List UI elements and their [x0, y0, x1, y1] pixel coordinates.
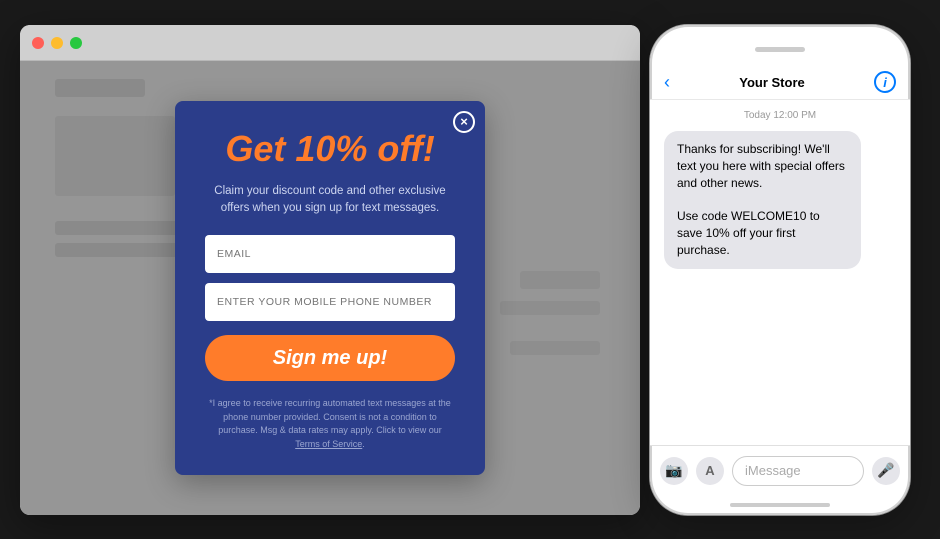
modal-headline: Get 10% off! — [205, 129, 455, 169]
modal-close-button[interactable]: × — [453, 111, 475, 133]
page-background: × Get 10% off! Claim your discount code … — [20, 61, 640, 515]
iphone-speaker — [755, 47, 805, 52]
browser-window: × Get 10% off! Claim your discount code … — [20, 25, 640, 515]
browser-minimize-btn[interactable] — [51, 37, 63, 49]
signup-button[interactable]: Sign me up! — [205, 335, 455, 381]
store-name: Your Store — [739, 75, 805, 90]
browser-maximize-btn[interactable] — [70, 37, 82, 49]
phone-input[interactable] — [205, 283, 455, 321]
chat-date: Today 12:00 PM — [664, 110, 896, 121]
iphone-nav: ‹ Your Store i — [650, 65, 910, 100]
email-input[interactable] — [205, 235, 455, 273]
modal-disclaimer: *I agree to receive recurring automated … — [205, 397, 455, 451]
modal: × Get 10% off! Claim your discount code … — [175, 101, 485, 475]
imessage-input-bar: 📷 A iMessage 🎤 — [650, 445, 910, 495]
iphone-top-bar — [650, 25, 910, 65]
chat-bubble: Thanks for subscribing! We'll text you h… — [664, 131, 861, 269]
modal-overlay: × Get 10% off! Claim your discount code … — [20, 61, 640, 515]
modal-subtext: Claim your discount code and other exclu… — [205, 183, 455, 218]
apps-icon[interactable]: A — [696, 457, 724, 485]
iphone-nav-center: Your Store — [739, 75, 805, 90]
camera-icon[interactable]: 📷 — [660, 457, 688, 485]
chat-area: Today 12:00 PM Thanks for subscribing! W… — [650, 100, 910, 445]
terms-of-service-link[interactable]: Terms of Service — [295, 439, 362, 449]
send-button[interactable]: 🎤 — [872, 457, 900, 485]
back-button[interactable]: ‹ — [664, 72, 670, 93]
info-button[interactable]: i — [874, 71, 896, 93]
scene: × Get 10% off! Claim your discount code … — [0, 0, 940, 539]
iphone-frame: ‹ Your Store i Today 12:00 PM Thanks for… — [650, 25, 910, 515]
browser-content: × Get 10% off! Claim your discount code … — [20, 61, 640, 515]
imessage-input-field[interactable]: iMessage — [732, 456, 864, 486]
browser-titlebar — [20, 25, 640, 61]
browser-close-btn[interactable] — [32, 37, 44, 49]
imessage-placeholder: iMessage — [745, 463, 801, 478]
chat-bubble-text: Thanks for subscribing! We'll text you h… — [677, 142, 845, 257]
home-indicator — [650, 495, 910, 515]
home-bar — [730, 503, 830, 507]
